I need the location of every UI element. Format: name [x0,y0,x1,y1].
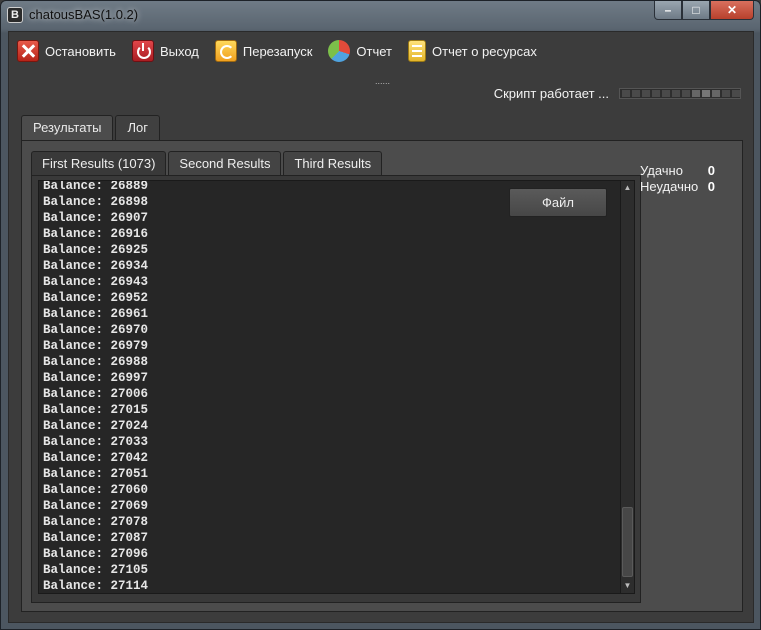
window-title: chatousBAS(1.0.2) [29,7,139,22]
stop-button[interactable]: Остановить [17,36,116,66]
vertical-scrollbar[interactable]: ▲ ▼ [620,181,634,593]
fail-value: 0 [707,179,715,194]
result-line: Balance: 26934 [43,259,149,273]
restart-icon [214,40,237,62]
result-line: Balance: 26898 [43,195,149,209]
result-line: Balance: 26961 [43,307,149,321]
result-line: Balance: 27051 [43,467,149,481]
result-line: Balance: 26889 [43,180,149,193]
list-icon [408,40,426,62]
scroll-down-arrow-icon[interactable]: ▼ [621,579,634,593]
result-line: Balance: 26907 [43,211,149,225]
file-button[interactable]: Файл [509,188,607,217]
result-line: Balance: 27006 [43,387,149,401]
app-window: B chatousBAS(1.0.2) – □ ✕ Остановить Вых… [0,0,761,630]
outer-tab-bar: Результаты Лог [21,115,162,142]
result-line: Balance: 26925 [43,243,149,257]
result-line: Balance: 27105 [43,563,149,577]
fail-label: Неудачно [640,179,699,194]
result-line: Balance: 26970 [43,323,149,337]
result-line: Balance: 26916 [43,227,149,241]
result-line: Balance: 27060 [43,483,149,497]
main-area: Остановить Выход Перезапуск Отчет Отчет … [8,31,754,623]
power-icon [131,40,154,62]
result-line: Balance: 26979 [43,339,149,353]
result-line: Balance: 27114 [43,579,149,593]
result-line: Balance: 26952 [43,291,149,305]
result-line: Balance: 27024 [43,419,149,433]
stats-panel: Удачно 0 Неудачно 0 [640,163,715,195]
result-line: Balance: 27015 [43,403,149,417]
window-controls: – □ ✕ [654,1,754,21]
success-stat: Удачно 0 [640,163,715,179]
scrollbar-thumb[interactable] [622,507,633,577]
result-line: Balance: 27078 [43,515,149,529]
app-icon: B [7,7,23,23]
tab-log[interactable]: Лог [115,115,160,141]
report-button[interactable]: Отчет [328,36,392,66]
scroll-up-arrow-icon[interactable]: ▲ [621,181,634,195]
exit-button[interactable]: Выход [131,36,199,66]
result-line: Balance: 27033 [43,435,149,449]
restart-label: Перезапуск [242,43,313,59]
results-lines: Balance: 26889 Balance: 26898 Balance: 269… [43,180,149,593]
results-pane: First Results (1073) Second Results Thir… [21,140,743,612]
restart-button[interactable]: Перезапуск [214,36,313,66]
tab-second-results[interactable]: Second Results [168,151,282,175]
result-line: Balance: 27069 [43,499,149,513]
resources-report-label: Отчет о ресурсах [432,43,537,59]
toolbar: Остановить Выход Перезапуск Отчет Отчет … [9,32,753,70]
report-label: Отчет [356,43,392,59]
close-button[interactable]: ✕ [710,1,754,20]
stop-icon [17,40,39,62]
tab-third-results[interactable]: Third Results [283,151,383,175]
results-text-area[interactable]: Balance: 26889 Balance: 26898 Balance: 269… [38,180,635,594]
success-label: Удачно [640,163,683,178]
first-results-pane: Balance: 26889 Balance: 26898 Balance: 269… [31,175,641,603]
status-text: Скрипт работает ... [493,86,609,101]
stop-label: Остановить [45,43,116,59]
result-line: Balance: 26997 [43,371,149,385]
maximize-button[interactable]: □ [682,1,710,20]
tab-results[interactable]: Результаты [21,115,114,142]
result-line: Balance: 26943 [43,275,149,289]
success-value: 0 [707,163,715,178]
splitter-handle[interactable]: ...... [375,76,390,86]
resources-report-button[interactable]: Отчет о ресурсах [408,36,537,66]
result-line: Balance: 27087 [43,531,149,545]
tab-first-results[interactable]: First Results (1073) [31,151,167,177]
result-line: Balance: 27096 [43,547,149,561]
result-line: Balance: 27042 [43,451,149,465]
busy-indicator [619,88,741,99]
exit-label: Выход [159,43,199,59]
pie-chart-icon [328,40,351,62]
inner-tab-bar: First Results (1073) Second Results Thir… [31,151,384,177]
title-bar[interactable]: B chatousBAS(1.0.2) – □ ✕ [1,1,760,29]
fail-stat: Неудачно 0 [640,179,715,195]
minimize-button[interactable]: – [654,1,682,20]
result-line: Balance: 26988 [43,355,149,369]
status-area: Скрипт работает ... [494,86,741,101]
